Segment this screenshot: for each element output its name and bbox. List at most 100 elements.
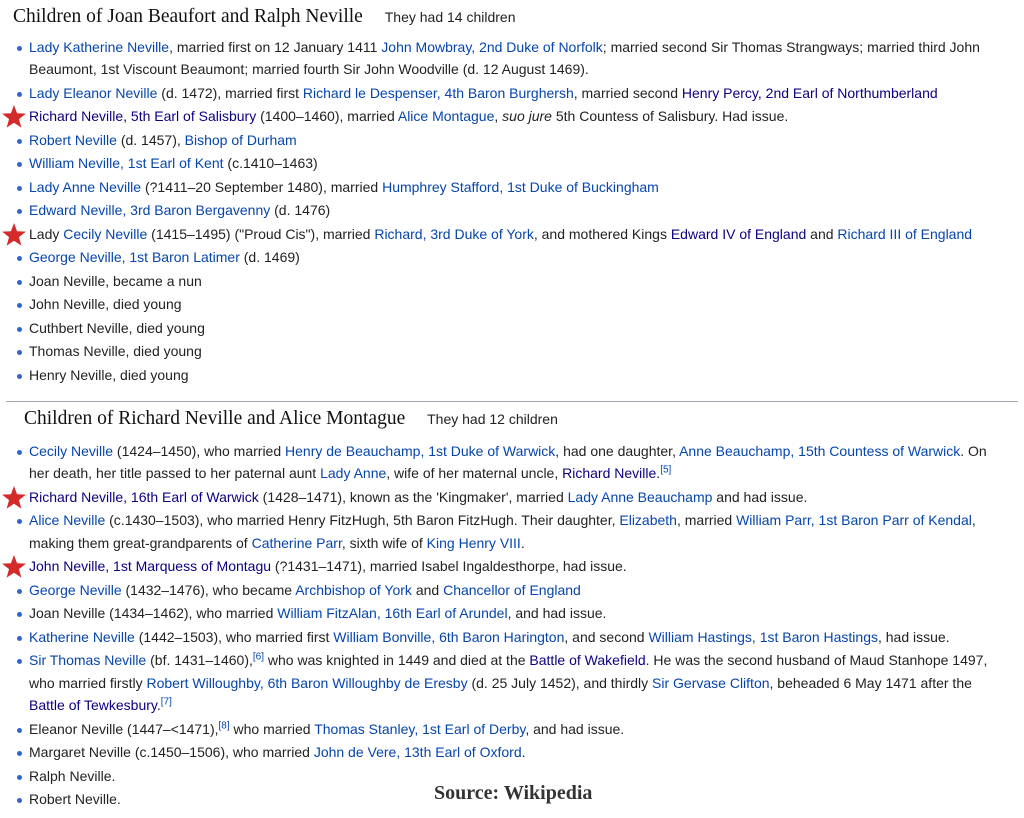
bullet-icon — [17, 450, 22, 455]
section-1-title: Children of Joan Beaufort and Ralph Nevi… — [13, 6, 363, 27]
item-text: , had one daughter, — [555, 443, 680, 459]
item-text: (1400–1460), married — [256, 108, 398, 125]
item-text: Ralph Neville. — [29, 767, 116, 784]
section-1-list: Lady Katherine Neville, married first on… — [0, 36, 1020, 387]
item-text: John Neville, died young — [29, 296, 182, 313]
wiki-link[interactable]: Lady Eleanor Neville — [29, 85, 157, 101]
list-item: Lady Anne Neville (?1411–20 September 14… — [0, 176, 1020, 198]
wiki-link[interactable]: Edward Neville, 3rd Baron Bergavenny — [29, 202, 270, 218]
citation-ref[interactable]: [6] — [253, 652, 264, 663]
wiki-link[interactable]: William Parr, 1st Baron Parr of Kendal — [736, 512, 972, 528]
wiki-link[interactable]: Catherine Parr — [252, 535, 342, 551]
wiki-link[interactable]: George Neville, 1st Baron Latimer — [29, 249, 240, 265]
citation-ref[interactable]: [7] — [161, 696, 172, 707]
wiki-link[interactable]: Chancellor of England — [443, 582, 581, 598]
wiki-link[interactable]: Robert Willoughby, 6th Baron Willoughby … — [146, 675, 467, 691]
wiki-link[interactable]: Henry Percy, 2nd Earl of Northumberland — [682, 85, 938, 101]
wiki-link[interactable]: Elizabeth — [619, 512, 677, 528]
section-2-title: Children of Richard Neville and Alice Mo… — [24, 408, 406, 429]
bullet-icon — [17, 373, 22, 379]
wiki-link[interactable]: William Neville, 1st Earl of Kent — [29, 155, 224, 171]
wiki-link[interactable]: William Hastings, 1st Baron Hastings — [648, 629, 878, 645]
citation-ref[interactable]: [8] — [219, 720, 230, 731]
wiki-link[interactable]: Katherine Neville — [29, 629, 135, 645]
wiki-link[interactable]: Richard Neville — [562, 465, 656, 481]
list-item: George Neville (1432–1476), who became A… — [0, 579, 1020, 601]
item-text: (d. 1472), married first — [157, 84, 303, 101]
item-text: , and second — [564, 628, 649, 645]
wiki-link[interactable]: Cecily Neville — [29, 443, 113, 459]
source-caption: Source: Wikipedia — [434, 782, 593, 804]
item-text: , and had issue. — [525, 720, 625, 737]
wiki-link[interactable]: John de Vere, 13th Earl of Oxford — [314, 744, 522, 760]
bullet-icon — [17, 350, 22, 356]
bullet-icon — [17, 256, 22, 262]
list-item: Lady Cecily Neville (1415–1495) ("Proud … — [0, 222, 1020, 246]
wiki-link[interactable]: Lady Anne — [320, 465, 386, 481]
wiki-link[interactable]: Henry de Beauchamp, 1st Duke of Warwick — [285, 443, 555, 459]
item-text: , — [494, 108, 503, 125]
item-text: (d. 1469) — [239, 249, 300, 266]
item-text: (1424–1450), who married — [113, 443, 286, 459]
wiki-link[interactable]: Lady Anne Beauchamp — [568, 489, 713, 505]
item-text: Lady — [29, 225, 64, 242]
item-text: (1428–1471), known as the 'Kingmaker', m… — [258, 488, 568, 505]
wiki-link[interactable]: Edward IV of England — [671, 226, 806, 242]
list-item: George Neville, 1st Baron Latimer (d. 14… — [0, 246, 1020, 268]
citation-ref[interactable]: [5] — [660, 465, 671, 476]
wiki-link[interactable]: Richard le Despenser, 4th Baron Burghers… — [303, 85, 574, 101]
wiki-link[interactable]: Alice Montague — [398, 108, 495, 124]
item-text: , beheaded 6 May 1471 after the — [769, 674, 972, 691]
wiki-link[interactable]: Thomas Stanley, 1st Earl of Derby — [314, 721, 525, 737]
wiki-link[interactable]: Sir Gervase Clifton — [652, 675, 769, 691]
item-text: (d. 1476) — [270, 202, 331, 219]
wiki-link[interactable]: Richard III of England — [837, 226, 972, 242]
wiki-link[interactable]: Alice Neville — [29, 512, 105, 528]
wiki-link[interactable]: William FitzAlan, 16th Earl of Arundel — [277, 605, 507, 621]
wiki-link[interactable]: George Neville — [29, 582, 122, 598]
wiki-link[interactable]: Battle of Wakefield — [529, 652, 645, 668]
item-text: (d. 1457), — [116, 131, 185, 148]
item-text: , and had issue. — [507, 605, 607, 622]
item-text: 5th Countess of Salisbury. Had issue. — [551, 108, 789, 125]
item-text: . — [520, 534, 525, 551]
bullet-icon — [17, 727, 22, 733]
list-item: Joan Neville, became a nun — [0, 270, 1020, 292]
item-text: (1415–1495) ("Proud Cis"), married — [147, 225, 375, 242]
wiki-link[interactable]: Richard, 3rd Duke of York — [374, 226, 534, 242]
list-item: Lady Eleanor Neville (d. 1472), married … — [0, 82, 1020, 104]
wiki-link[interactable]: Archbishop of York — [295, 582, 412, 598]
wiki-link[interactable]: Bishop of Durham — [185, 132, 297, 148]
red-star-icon — [2, 222, 26, 246]
wiki-link[interactable]: Lady Anne Neville — [29, 179, 141, 195]
wiki-link[interactable]: Richard Neville, 5th Earl of Salisbury — [29, 108, 256, 124]
item-text: Thomas Neville, died young — [29, 343, 202, 360]
wiki-link[interactable]: Anne Beauchamp, 15th Countess of Warwick — [679, 443, 960, 459]
wiki-link[interactable]: Cecily Neville — [63, 226, 147, 242]
item-text: Eleanor Neville (1447–<1471), — [29, 720, 219, 737]
section-2-header: Children of Richard Neville and Alice Mo… — [24, 408, 558, 430]
wiki-link[interactable]: Lady Katherine Neville — [29, 39, 169, 55]
wiki-link[interactable]: John Neville, 1st Marquess of Montagu — [29, 558, 271, 574]
wiki-link[interactable]: Robert Neville — [29, 132, 117, 148]
list-item: Thomas Neville, died young — [0, 340, 1020, 362]
list-item: Henry Neville, died young — [0, 364, 1020, 386]
bullet-icon — [17, 46, 22, 51]
wiki-link[interactable]: Battle of Tewkesbury — [29, 697, 157, 713]
item-text: Joan Neville (1434–1462), who married — [29, 605, 278, 622]
italic-text: suo jure — [502, 108, 552, 125]
list-item: Eleanor Neville (1447–<1471),[8] who mar… — [0, 718, 1020, 740]
wiki-link[interactable]: King Henry VIII — [427, 535, 521, 551]
list-item: William Neville, 1st Earl of Kent (c.141… — [0, 152, 1020, 174]
wiki-link[interactable]: John Mowbray, 2nd Duke of Norfolk — [381, 39, 603, 55]
bullet-icon — [17, 162, 22, 168]
item-text: (1442–1503), who married first — [134, 628, 334, 645]
wiki-link[interactable]: Richard Neville, 16th Earl of Warwick — [29, 489, 259, 505]
list-item: Alice Neville (c.1430–1503), who married… — [0, 509, 1020, 554]
wiki-link[interactable]: Sir Thomas Neville — [29, 652, 146, 668]
wiki-link[interactable]: William Bonville, 6th Baron Harington — [333, 629, 564, 645]
red-star-icon — [2, 555, 26, 578]
bullet-icon — [17, 91, 22, 97]
wiki-link[interactable]: Humphrey Stafford, 1st Duke of Buckingha… — [382, 179, 659, 195]
section-1-subtitle: They had 14 children — [384, 9, 516, 25]
